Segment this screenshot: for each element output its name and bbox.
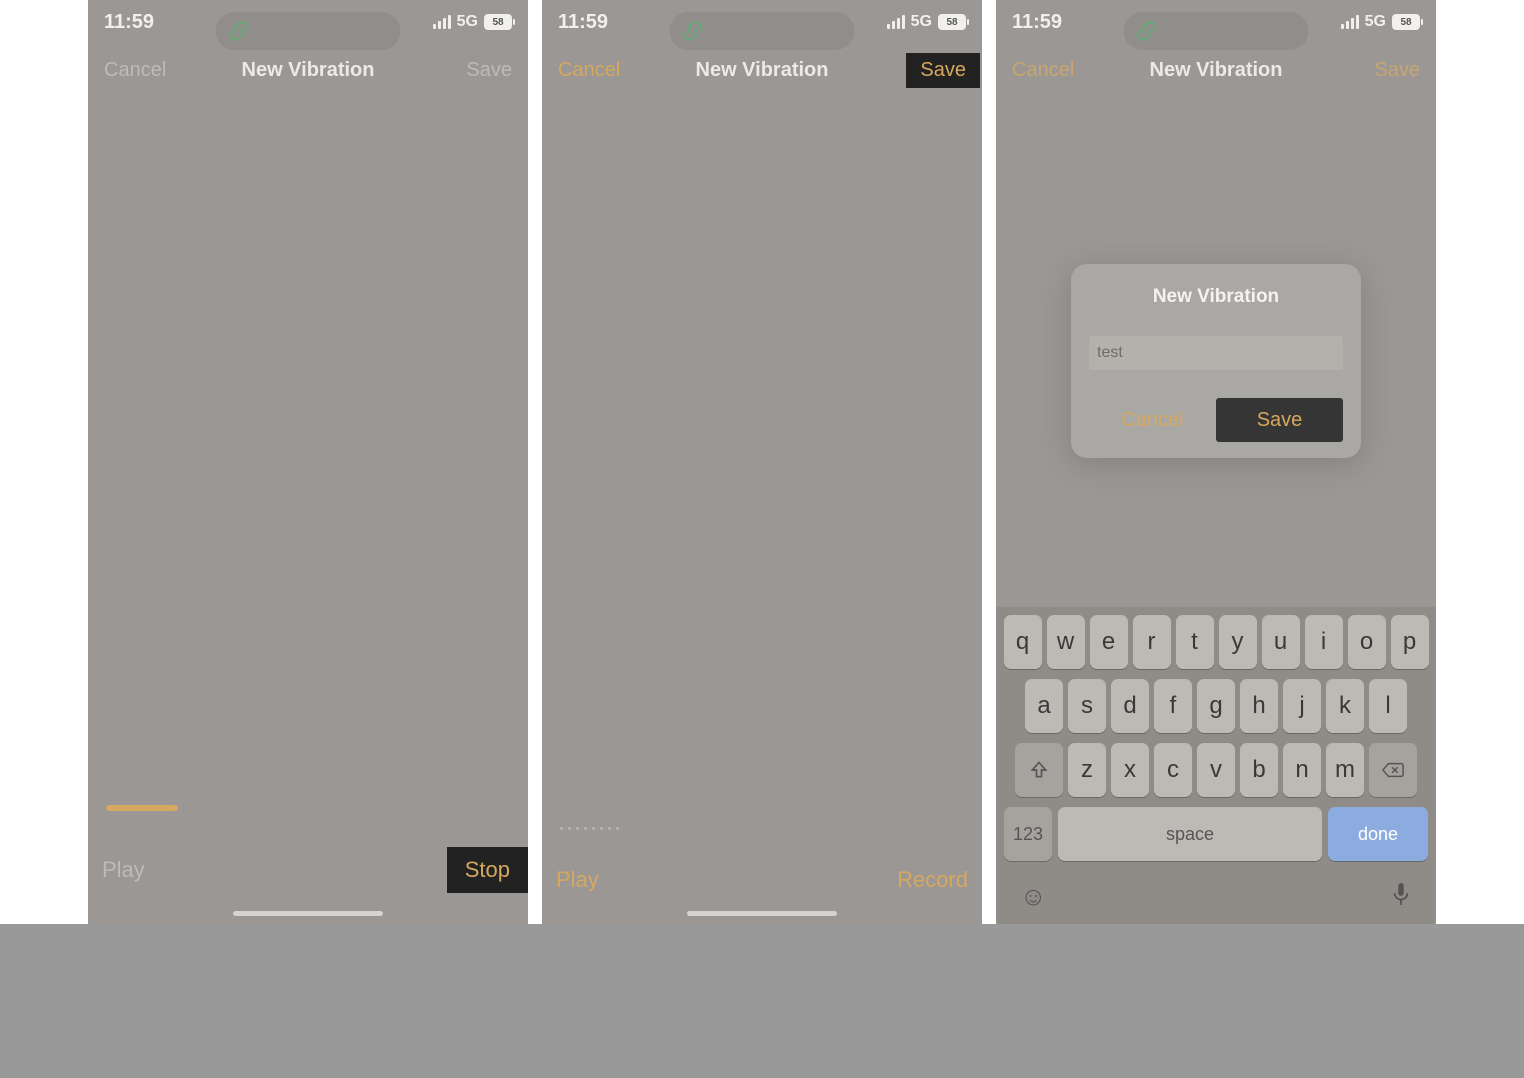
play-button[interactable]: Play [556, 867, 599, 893]
vibration-name-input[interactable] [1089, 336, 1343, 370]
key-v[interactable]: v [1197, 743, 1235, 797]
key-delete[interactable] [1369, 743, 1417, 797]
page-title: New Vibration [242, 59, 375, 82]
vibration-progress [106, 805, 510, 811]
home-indicator[interactable] [233, 911, 383, 916]
key-e[interactable]: e [1090, 615, 1128, 669]
emoji-icon[interactable]: ☺ [1020, 881, 1047, 914]
keyboard: q w e r t y u i o p a s d f g h j k l z [996, 607, 1436, 924]
keyboard-row-3: z x c v b n m [1000, 743, 1432, 797]
nav-bar: Cancel New Vibration Save [88, 44, 528, 96]
nav-bar: Cancel New Vibration Save [542, 44, 982, 96]
key-b[interactable]: b [1240, 743, 1278, 797]
key-s[interactable]: s [1068, 679, 1106, 733]
key-z[interactable]: z [1068, 743, 1106, 797]
key-k[interactable]: k [1326, 679, 1364, 733]
stop-button[interactable]: Stop [447, 847, 528, 893]
keyboard-row-fn: 123 space done [1000, 807, 1432, 861]
battery-icon: 58 [938, 14, 966, 30]
page-title: New Vibration [1150, 59, 1283, 82]
key-n[interactable]: n [1283, 743, 1321, 797]
save-button[interactable]: Save [906, 53, 980, 88]
key-l[interactable]: l [1369, 679, 1407, 733]
key-p[interactable]: p [1391, 615, 1429, 669]
key-j[interactable]: j [1283, 679, 1321, 733]
key-g[interactable]: g [1197, 679, 1235, 733]
key-q[interactable]: q [1004, 615, 1042, 669]
key-123[interactable]: 123 [1004, 807, 1052, 861]
key-i[interactable]: i [1305, 615, 1343, 669]
link-icon [680, 18, 706, 44]
battery-icon: 58 [1392, 14, 1420, 30]
status-bar: 11:59 5G 58 [88, 0, 528, 44]
key-x[interactable]: x [1111, 743, 1149, 797]
keyboard-row-2: a s d f g h j k l [1000, 679, 1432, 733]
status-bar: 11:59 5G 58 [996, 0, 1436, 44]
key-y[interactable]: y [1219, 615, 1257, 669]
key-done[interactable]: done [1328, 807, 1428, 861]
dialog-cancel-button[interactable]: Cancel [1089, 398, 1216, 442]
dialog-save-button[interactable]: Save [1216, 398, 1343, 442]
page-title: New Vibration [696, 59, 829, 82]
key-u[interactable]: u [1262, 615, 1300, 669]
key-r[interactable]: r [1133, 615, 1171, 669]
save-button: Save [466, 59, 512, 82]
network-label: 5G [457, 13, 478, 31]
battery-icon: 58 [484, 14, 512, 30]
play-button: Play [102, 857, 145, 883]
status-time: 11:59 [104, 11, 154, 34]
home-indicator[interactable] [687, 911, 837, 916]
key-shift[interactable] [1015, 743, 1063, 797]
signal-icon [887, 15, 905, 29]
dialog-title: New Vibration [1089, 286, 1343, 308]
key-o[interactable]: o [1348, 615, 1386, 669]
status-bar: 11:59 5G 58 [542, 0, 982, 44]
key-h[interactable]: h [1240, 679, 1278, 733]
vibration-progress [560, 825, 964, 831]
screenshot-recorded: 11:59 5G 58 Cancel New Vibration Save Pl… [542, 0, 982, 924]
name-vibration-dialog: New Vibration Cancel Save [1071, 264, 1361, 458]
network-label: 5G [911, 13, 932, 31]
key-t[interactable]: t [1176, 615, 1214, 669]
key-m[interactable]: m [1326, 743, 1364, 797]
link-icon [226, 18, 252, 44]
cancel-button[interactable]: Cancel [104, 59, 166, 82]
key-f[interactable]: f [1154, 679, 1192, 733]
key-w[interactable]: w [1047, 615, 1085, 669]
key-a[interactable]: a [1025, 679, 1063, 733]
signal-icon [1341, 15, 1359, 29]
status-time: 11:59 [558, 11, 608, 34]
nav-bar: Cancel New Vibration Save [996, 44, 1436, 96]
key-c[interactable]: c [1154, 743, 1192, 797]
network-label: 5G [1365, 13, 1386, 31]
key-space[interactable]: space [1058, 807, 1322, 861]
record-button[interactable]: Record [897, 867, 968, 893]
save-button[interactable]: Save [1374, 59, 1420, 82]
screenshot-recording: 11:59 5G 58 Cancel New Vibration Save Pl… [88, 0, 528, 924]
cancel-button[interactable]: Cancel [1012, 59, 1074, 82]
link-icon [1134, 18, 1160, 44]
screenshot-naming: 11:59 5G 58 Cancel New Vibration Save Ne… [996, 0, 1436, 924]
keyboard-row-1: q w e r t y u i o p [1000, 615, 1432, 669]
mic-icon[interactable] [1390, 881, 1412, 914]
cancel-button[interactable]: Cancel [558, 59, 620, 82]
signal-icon [433, 15, 451, 29]
key-d[interactable]: d [1111, 679, 1149, 733]
status-time: 11:59 [1012, 11, 1062, 34]
